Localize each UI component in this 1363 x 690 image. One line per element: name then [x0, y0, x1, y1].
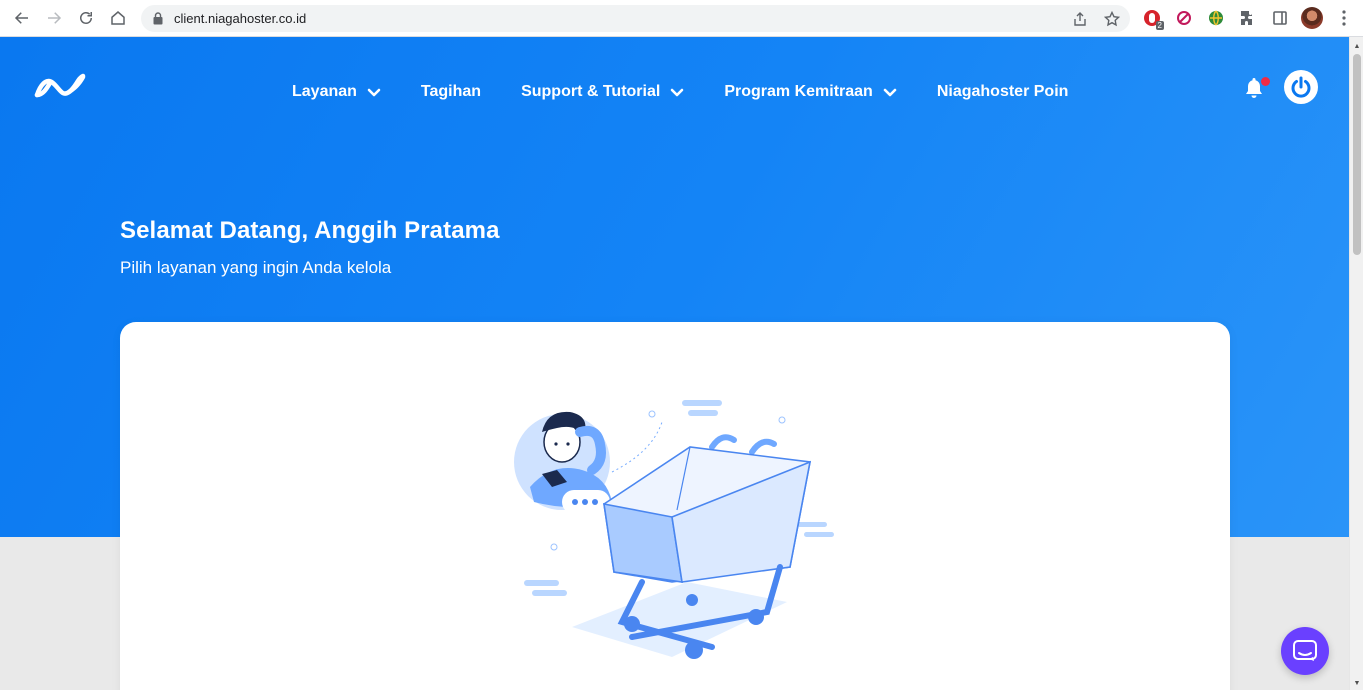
empty-cart-illustration	[512, 392, 842, 672]
home-icon[interactable]	[102, 2, 134, 34]
page-subtitle: Pilih layanan yang ingin Anda kelola	[120, 258, 392, 277]
page-scrollbar[interactable]: ▲ ▼	[1349, 37, 1363, 690]
back-icon[interactable]	[6, 2, 38, 34]
niagahoster-logo[interactable]	[33, 73, 87, 99]
scroll-up-arrow-icon[interactable]: ▲	[1350, 39, 1363, 53]
menu-item-label: Tagihan	[420, 83, 482, 100]
page: Layanan Tagihan Support & Tutorial Progr…	[0, 37, 1349, 690]
menu-item-support-tutorial[interactable]: Support & Tutorial	[521, 83, 684, 101]
notification-dot	[1261, 77, 1270, 86]
scroll-thumb[interactable]	[1353, 54, 1361, 255]
chat-icon	[1293, 640, 1317, 661]
share-icon[interactable]	[1068, 7, 1092, 31]
url-text: client.niagahoster.co.id	[174, 11, 307, 26]
reload-icon[interactable]	[70, 2, 102, 34]
browser-toolbar: client.niagahoster.co.id 2	[0, 0, 1363, 37]
menu-item-niagahoster-poin[interactable]: Niagahoster Poin	[937, 83, 1069, 101]
menu-icon[interactable]	[1332, 4, 1356, 32]
page-title: Selamat Datang, Anggih Pratama	[120, 217, 500, 244]
top-navigation: Layanan Tagihan Support & Tutorial Progr…	[0, 37, 1349, 145]
lock-icon	[153, 12, 165, 26]
main-menu: Layanan Tagihan Support & Tutorial Progr…	[292, 82, 1068, 102]
sidepanel-icon[interactable]	[1268, 4, 1292, 32]
power-button[interactable]	[1284, 70, 1318, 104]
menu-item-tagihan[interactable]: Tagihan	[421, 83, 481, 101]
globe-extension-icon[interactable]	[1204, 4, 1228, 32]
chevron-down-icon	[367, 87, 381, 97]
chevron-down-icon	[670, 87, 684, 97]
menu-item-layanan[interactable]: Layanan	[292, 83, 381, 101]
chat-button[interactable]	[1281, 627, 1329, 675]
menu-item-label: Layanan	[292, 83, 357, 100]
extension-red-icon[interactable]: 2	[1140, 4, 1164, 32]
menu-item-program-kemitraan[interactable]: Program Kemitraan	[724, 83, 897, 101]
profile-avatar[interactable]	[1300, 4, 1324, 32]
menu-item-label: Program Kemitraan	[724, 83, 873, 100]
services-card	[120, 322, 1230, 690]
address-bar[interactable]: client.niagahoster.co.id	[141, 5, 1130, 32]
menu-item-label: Niagahoster Poin	[936, 83, 1069, 100]
scroll-down-arrow-icon[interactable]: ▼	[1350, 676, 1363, 690]
chevron-down-icon	[883, 87, 897, 97]
extensions-icon[interactable]	[1236, 4, 1260, 32]
extension-badge: 2	[1155, 21, 1164, 30]
forward-icon[interactable]	[38, 2, 70, 34]
block-extension-icon[interactable]	[1172, 4, 1196, 32]
star-icon[interactable]	[1100, 7, 1124, 31]
menu-item-label: Support & Tutorial	[521, 83, 661, 100]
